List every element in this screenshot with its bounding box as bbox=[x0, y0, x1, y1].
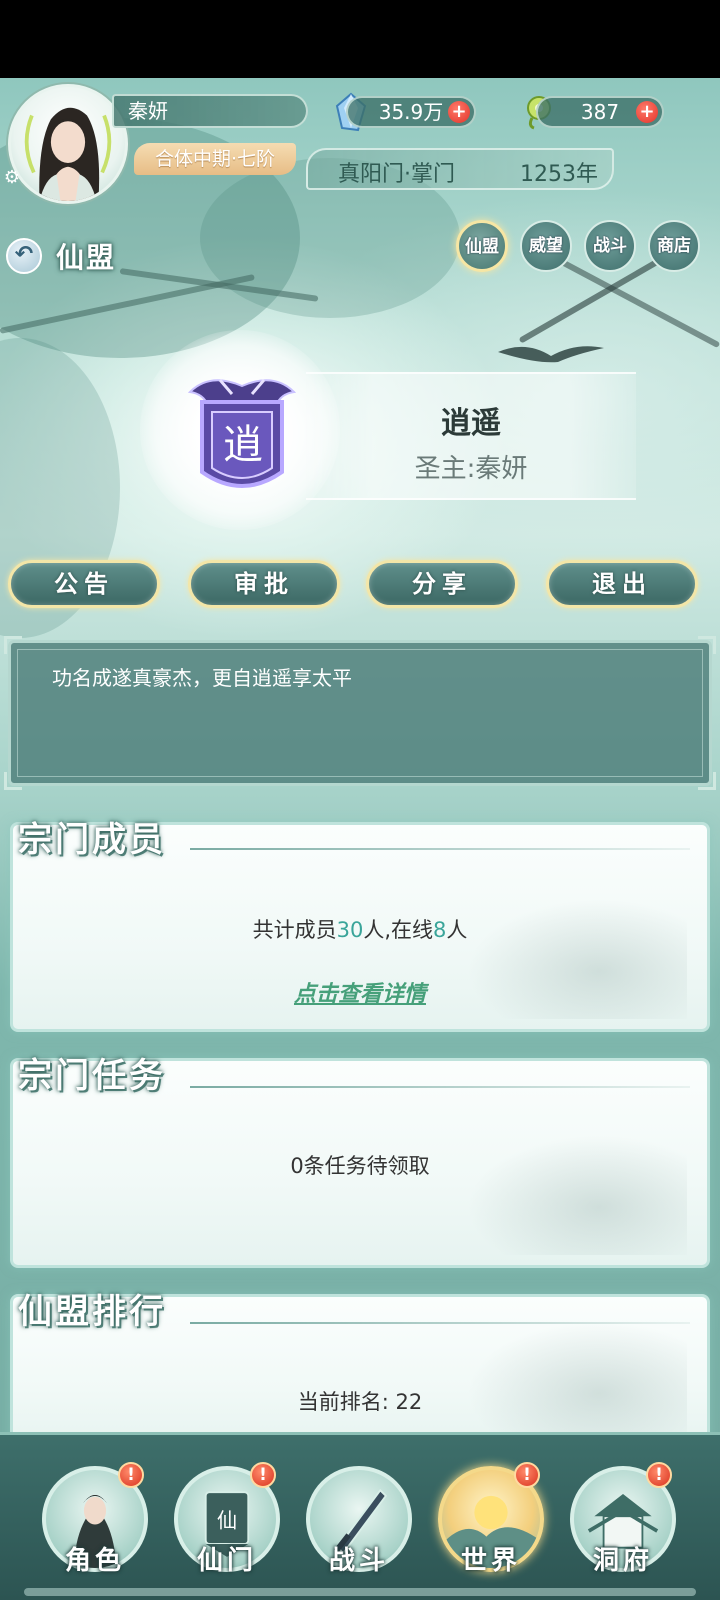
jade-value: 387 bbox=[580, 100, 620, 124]
alliance-leader: 圣主:秦妍 bbox=[414, 454, 528, 484]
title-divider bbox=[190, 848, 690, 850]
notice-corner bbox=[698, 772, 716, 790]
tab-alliance[interactable]: 仙盟 bbox=[456, 220, 508, 272]
tab-battle[interactable]: 战斗 bbox=[584, 220, 636, 272]
settings-gear-icon[interactable]: ⚙ bbox=[2, 168, 22, 188]
notice-corner bbox=[4, 772, 22, 790]
tab-shop[interactable]: 商店 bbox=[648, 220, 700, 272]
nav-sect-label: 仙门 bbox=[196, 1546, 257, 1576]
members-total: 30 bbox=[336, 918, 364, 942]
jade-counter: 387 + bbox=[536, 96, 664, 128]
cave-alert-badge: ! bbox=[646, 1462, 672, 1488]
nav-battle-label: 战斗 bbox=[328, 1546, 389, 1576]
sect-position: 真阳门·掌门 bbox=[338, 162, 455, 187]
alliance-name: 逍遥 bbox=[441, 406, 501, 441]
world-alert-badge: ! bbox=[514, 1462, 540, 1488]
cultivation-rank: 合体中期·七阶 bbox=[134, 143, 296, 175]
notice-text: 功名成遂真豪杰，更自逍遥享太平 bbox=[52, 666, 352, 690]
player-avatar[interactable] bbox=[8, 84, 128, 204]
svg-text:仙: 仙 bbox=[217, 1508, 237, 1532]
spirit-crystal-value: 35.9万 bbox=[378, 100, 444, 124]
notice-corner bbox=[4, 636, 22, 654]
announcement-button[interactable]: 公告 bbox=[8, 560, 160, 608]
share-button[interactable]: 分享 bbox=[366, 560, 518, 608]
notice-corner bbox=[698, 636, 716, 654]
members-prefix: 共计成员 bbox=[252, 918, 337, 942]
add-crystal-button[interactable]: + bbox=[448, 101, 470, 123]
spirit-crystal-counter: 35.9万 + bbox=[346, 96, 476, 128]
ranking-title: 仙盟排行 bbox=[18, 1292, 166, 1332]
members-title: 宗门成员 bbox=[18, 820, 166, 860]
tasks-summary: 0条任务待领取 bbox=[290, 1154, 430, 1178]
home-indicator bbox=[24, 1588, 696, 1596]
avatar-portrait-icon bbox=[24, 107, 112, 201]
view-details-link[interactable]: 点击查看详情 bbox=[0, 976, 720, 1008]
back-button[interactable]: ↶ bbox=[6, 238, 42, 274]
members-online: 8 bbox=[433, 918, 447, 942]
emblem-character: 逍 bbox=[223, 422, 263, 468]
sect-years: 1253年 bbox=[520, 162, 598, 187]
nav-cave-label: 洞府 bbox=[592, 1546, 653, 1576]
tasks-title: 宗门任务 bbox=[18, 1056, 166, 1096]
back-arrow-icon: ↶ bbox=[14, 242, 34, 267]
members-mid: 人,在线 bbox=[363, 918, 434, 942]
nav-world-label: 世界 bbox=[460, 1546, 521, 1576]
tab-prestige[interactable]: 威望 bbox=[520, 220, 572, 272]
title-divider bbox=[190, 1086, 690, 1088]
ranking-summary: 当前排名: 22 bbox=[297, 1390, 423, 1414]
quit-button[interactable]: 退出 bbox=[546, 560, 698, 608]
approve-button[interactable]: 审批 bbox=[188, 560, 340, 608]
add-jade-button[interactable]: + bbox=[636, 101, 658, 123]
title-divider bbox=[190, 1322, 690, 1324]
character-alert-badge: ! bbox=[118, 1462, 144, 1488]
nav-character-label: 角色 bbox=[64, 1546, 125, 1576]
player-name: 秦妍 bbox=[112, 94, 308, 128]
members-summary: 共计成员30人,在线8人 bbox=[0, 914, 720, 944]
page-title: 仙盟 bbox=[56, 241, 117, 274]
status-bar bbox=[0, 0, 720, 78]
sect-alert-badge: ! bbox=[250, 1462, 276, 1488]
members-suffix: 人 bbox=[446, 918, 468, 942]
